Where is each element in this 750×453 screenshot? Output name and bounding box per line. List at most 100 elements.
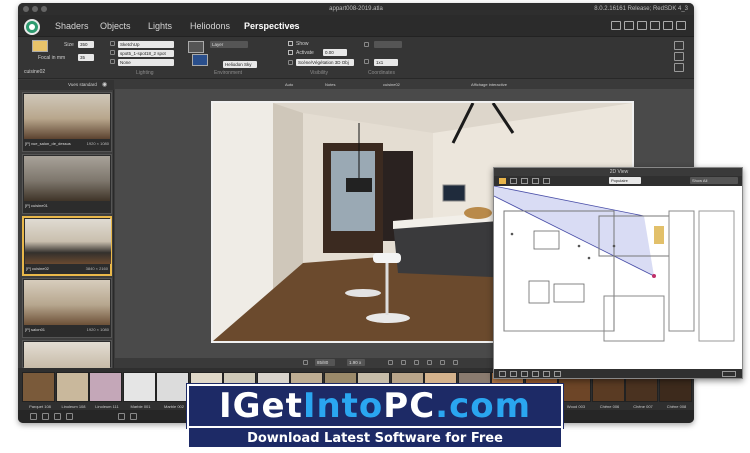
show-label: Show (296, 41, 309, 47)
environment-preview-2[interactable] (192, 54, 208, 66)
thumbnail-image (24, 156, 110, 201)
lighting-select-1[interactable]: SketchUp (118, 41, 174, 48)
auto-toggle[interactable]: Auto (285, 82, 293, 87)
camera-icon[interactable] (453, 360, 458, 365)
interactive-display-toggle[interactable]: Affichage interactive (471, 82, 507, 87)
floor-plan[interactable] (494, 186, 743, 369)
zoom-extents-icon[interactable] (543, 371, 550, 377)
grid-icon[interactable] (414, 360, 419, 365)
material-swatch[interactable]: Marble 001 (122, 372, 156, 409)
visibility-value-input[interactable]: 0.00 (323, 49, 347, 56)
thumbnail-item[interactable]: [P] vue_salon_de_dessus 1920 × 1080 (22, 92, 112, 152)
lighting-select-3[interactable]: None (118, 59, 174, 66)
ratio-field[interactable]: 1.90 x (347, 359, 365, 366)
rotate-icon[interactable] (54, 413, 61, 420)
material-swatch[interactable]: Linoleum 108 (55, 372, 89, 409)
material-swatch[interactable]: Linoleum 111 (89, 372, 122, 409)
print-icon[interactable] (554, 371, 561, 377)
thumbnail-image (24, 342, 110, 368)
coords-field[interactable]: 1x1 (374, 59, 398, 66)
chevron-down-icon[interactable]: ▾ (292, 23, 295, 30)
banner-logo-text: IGetIntoPC.com (189, 386, 561, 426)
camera-icon[interactable] (650, 21, 660, 30)
material-swatch[interactable]: Parquet 108 (22, 372, 55, 409)
thumbnail-item[interactable] (22, 340, 112, 368)
folder-icon[interactable] (676, 21, 686, 30)
select-tool-icon[interactable] (499, 178, 506, 184)
tree-icon (288, 60, 293, 65)
zoom-field[interactable]: 85/80 (315, 359, 335, 366)
layers-icon[interactable] (66, 413, 73, 420)
activate-label: Activate (296, 50, 314, 56)
zoom-in-icon[interactable] (510, 371, 517, 377)
notes-toggle[interactable]: Notes (325, 82, 335, 87)
2d-view-window[interactable]: 2D View Populaire Show All (493, 167, 743, 379)
menu-objects[interactable]: Objects (100, 21, 131, 31)
title-bar: appart008-2019.atla 8.0.2.16161 Release;… (18, 3, 694, 15)
eye-icon[interactable]: ◉ (102, 81, 107, 88)
fit-icon[interactable] (388, 360, 393, 365)
move-icon[interactable] (42, 413, 49, 420)
menu-heliodons[interactable]: Heliodons (190, 21, 230, 31)
preset-select[interactable]: Populaire (609, 177, 641, 184)
settings-icon[interactable] (674, 41, 684, 50)
thumbnail-item[interactable]: [P] salon01 1920 × 1080 (22, 278, 112, 338)
zoom-fit-icon[interactable] (532, 371, 539, 377)
globe-icon[interactable] (674, 63, 684, 72)
material-label: Parquet 108 (29, 404, 51, 409)
show-checkbox[interactable] (288, 41, 293, 46)
coords-field-1[interactable] (374, 41, 402, 48)
zoom-out-icon[interactable] (521, 371, 528, 377)
window-icon[interactable] (663, 21, 673, 30)
menu-shaders[interactable]: Shaders (55, 21, 89, 31)
measure-tool-icon[interactable] (543, 178, 550, 184)
camera-color-swatch[interactable] (32, 40, 48, 52)
light-tool-icon[interactable] (532, 178, 539, 184)
material-label: Wood 003 (566, 404, 586, 409)
layer-field[interactable]: Layer (210, 41, 248, 48)
focal-input[interactable]: 35 (78, 54, 94, 61)
pan-tool-icon[interactable] (510, 178, 517, 184)
material-swatch[interactable]: Marble 002 (156, 372, 189, 409)
thumbnail-label: [P] cuisine02 (26, 266, 49, 271)
sidebar-header[interactable]: Vues standard (68, 82, 97, 87)
environment-select[interactable]: Heliodon Sky (223, 61, 257, 68)
resize-handle[interactable] (722, 371, 736, 377)
visibility-select[interactable]: Scène/Végétation 3D Obj (296, 59, 354, 66)
size-label: Size (64, 42, 74, 48)
sun-settings-icon[interactable] (674, 52, 684, 61)
grid-icon[interactable] (637, 21, 647, 30)
menu-lights[interactable]: Lights (148, 21, 172, 31)
gear-icon[interactable] (303, 360, 308, 365)
thumbnail-image (25, 219, 111, 264)
thumbnail-item[interactable]: [P] cuisine01 (22, 154, 112, 214)
show-all-select[interactable]: Show All (690, 177, 738, 184)
help-icon[interactable] (499, 371, 506, 377)
banner-subtitle: Download Latest Software for Free (187, 428, 563, 449)
export-icon[interactable] (440, 360, 445, 365)
play-icon[interactable] (427, 360, 432, 365)
lock-icon[interactable] (130, 413, 137, 420)
crop-icon[interactable] (401, 360, 406, 365)
lighting-caption: Lighting (136, 70, 154, 76)
book-icon[interactable] (624, 21, 634, 30)
sun-icon (110, 41, 115, 46)
tag-icon[interactable] (118, 413, 125, 420)
coordinates-caption: Coordinates (368, 70, 395, 76)
camera-tool-icon[interactable] (521, 178, 528, 184)
cart-icon[interactable] (611, 21, 621, 30)
light-off-icon (110, 59, 115, 64)
size-input[interactable]: 350 (78, 41, 94, 48)
lighting-select-2[interactable]: spot5_1-spot18_2 spot (118, 50, 174, 57)
camera-name: cuisine02 (24, 69, 46, 75)
environment-preview-1[interactable] (188, 41, 204, 53)
app-logo-icon[interactable] (24, 19, 40, 35)
focal-label: Focal in mm (38, 55, 66, 61)
camera-label: cuisine02 (383, 82, 400, 87)
activate-checkbox[interactable] (288, 50, 293, 55)
2d-view-bottom-bar (494, 369, 742, 378)
thumbnail-label: [P] cuisine01 (25, 203, 48, 208)
thumbnail-item-selected[interactable]: [P] cuisine02 3840 × 2160 (22, 216, 112, 276)
perspective-tool-panel: Size 350 Focal in mm 35 cuisine02 Sketch… (18, 37, 694, 79)
snap-icon[interactable] (30, 413, 37, 420)
